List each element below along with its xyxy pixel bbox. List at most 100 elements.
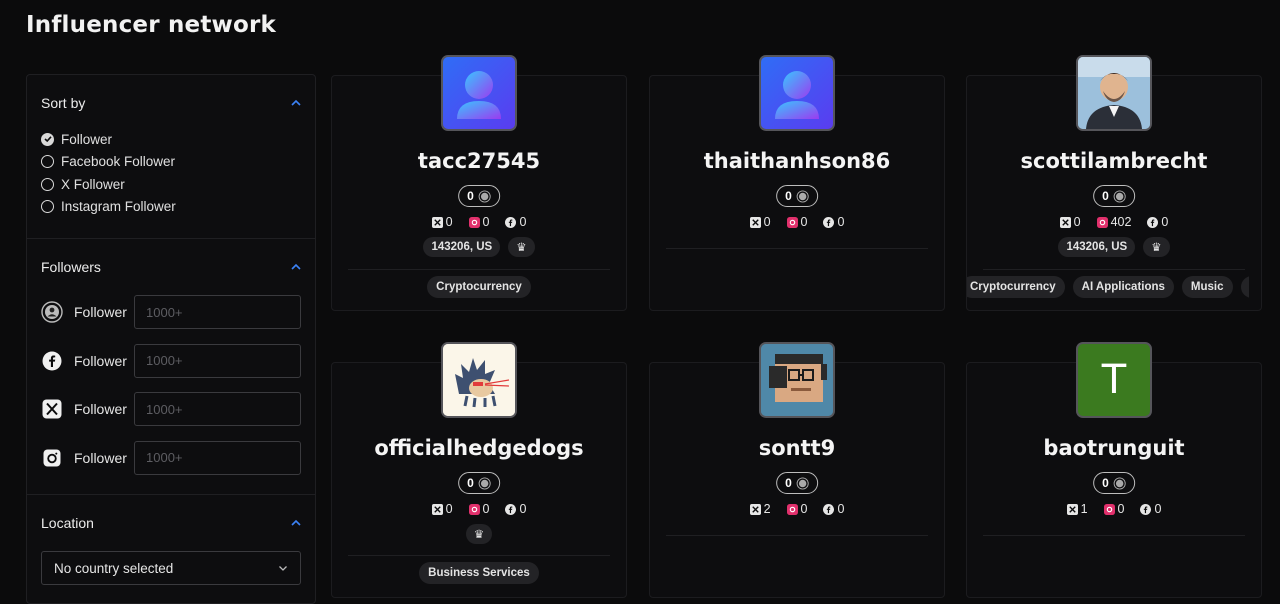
sort-option-label: Follower [61, 131, 113, 147]
username: sontt9 [758, 436, 836, 460]
category-tag[interactable]: Music [1181, 276, 1233, 298]
card-meta: 143206, US ♛ [332, 237, 626, 257]
location-title: Location [41, 515, 94, 531]
instagram-stat: 0 [468, 502, 489, 516]
influencer-card[interactable]: T baotrunguit 0 1 0 0 [966, 342, 1262, 598]
sort-header[interactable]: Sort by [41, 75, 301, 131]
instagram-count: 0 [1117, 502, 1125, 516]
category-tag[interactable]: AI Applications [1072, 276, 1174, 298]
avatar-letter: T [1101, 357, 1127, 403]
country-select-value: No country selected [54, 560, 174, 576]
score-badge: 0 [458, 472, 500, 494]
influencer-card[interactable]: sontt9 0 2 0 0 [649, 342, 945, 598]
facebook-count: 0 [519, 215, 527, 229]
category-tags: Cryptocurrency [332, 276, 626, 298]
social-stats: 2 0 0 [650, 502, 944, 516]
facebook-icon [1147, 216, 1159, 228]
facebook-stat: 0 [505, 502, 526, 516]
x-count: 0 [445, 502, 453, 516]
radio-icon[interactable] [41, 200, 54, 214]
instagram-stat: 0 [468, 215, 490, 229]
sort-option-x-follower[interactable]: X Follower [41, 173, 301, 196]
country-select[interactable]: No country selected [41, 551, 301, 585]
radio-checked-icon[interactable] [41, 132, 54, 146]
facebook-count: 0 [1161, 215, 1169, 229]
divider [348, 555, 610, 556]
category-tag[interactable]: Cryptocurrency [967, 276, 1065, 298]
x-icon [41, 398, 63, 420]
filter-label: Follower [74, 401, 127, 418]
instagram-icon [1103, 503, 1115, 515]
sort-title: Sort by [41, 95, 86, 111]
sort-option-instagram-follower[interactable]: Instagram Follower [41, 196, 301, 219]
location-section: Location No country selected [27, 495, 315, 585]
x-stat: 0 [749, 215, 771, 229]
x-count: 0 [445, 215, 453, 229]
divider [666, 535, 928, 536]
chevron-up-icon[interactable] [291, 98, 301, 108]
platform-icon [1113, 476, 1126, 490]
score-value: 0 [1102, 189, 1109, 203]
username: thaithanhson86 [703, 149, 891, 173]
sort-option-follower[interactable]: Follower [41, 128, 301, 151]
platform-icon [478, 189, 491, 203]
follower-input[interactable] [134, 295, 301, 330]
category-tag[interactable]: Business Services [419, 562, 539, 584]
followers-section: Followers Follower Follower [27, 239, 315, 495]
category-tag[interactable]: Cryptocurrency [427, 276, 531, 298]
instagram-count: 402 [1110, 215, 1132, 229]
facebook-icon [505, 216, 517, 228]
location-header[interactable]: Location [41, 495, 301, 551]
facebook-follower-input[interactable] [134, 343, 301, 378]
x-stat: 1 [1066, 502, 1088, 516]
social-stats: 0 402 0 [967, 215, 1261, 229]
x-icon [1059, 216, 1071, 228]
instagram-count: 0 [482, 215, 490, 229]
influencer-card[interactable]: officialhedgedogs 0 0 0 0 ♛ Business Ser… [331, 342, 627, 598]
card-meta: ♛ [332, 524, 626, 544]
x-icon [749, 503, 761, 515]
x-count: 0 [763, 215, 771, 229]
avatar [1076, 55, 1152, 131]
platform-icon [478, 476, 491, 490]
radio-icon[interactable] [41, 177, 54, 191]
platform-icon [796, 476, 809, 490]
instagram-stat: 0 [1103, 502, 1125, 516]
instagram-follower-input[interactable] [134, 440, 301, 475]
filter-label: Follower [74, 449, 127, 466]
instagram-count: 0 [800, 502, 808, 516]
facebook-stat: 0 [505, 215, 526, 229]
username: tacc27545 [417, 149, 541, 173]
score-badge: 0 [776, 472, 818, 494]
username: officialhedgedogs [374, 436, 584, 460]
facebook-icon [823, 503, 835, 515]
instagram-stat: 0 [786, 215, 807, 229]
sort-section: Sort by Follower Facebook Follower X Fol… [27, 75, 315, 239]
instagram-stat: 402 [1096, 215, 1132, 229]
instagram-icon [41, 447, 63, 469]
followers-header[interactable]: Followers [41, 239, 301, 295]
platform-icon [796, 189, 809, 203]
filter-row-instagram: Follower [41, 434, 301, 483]
chevron-up-icon[interactable] [291, 518, 301, 528]
x-follower-input[interactable] [134, 392, 301, 427]
facebook-stat: 0 [1147, 215, 1168, 229]
x-icon [431, 216, 443, 228]
influencer-card[interactable]: thaithanhson86 0 0 0 0 [649, 55, 945, 311]
filter-label: Follower [74, 304, 127, 321]
category-tags: Cryptocurrency AI Applications Music +5 [967, 276, 1249, 298]
more-tags-chip[interactable]: +5 [1240, 276, 1249, 298]
radio-icon[interactable] [41, 155, 54, 169]
sort-option-facebook-follower[interactable]: Facebook Follower [41, 151, 301, 174]
x-icon [749, 216, 761, 228]
facebook-count: 0 [837, 215, 845, 229]
avatar [759, 55, 835, 131]
influencer-card[interactable]: scottilambrecht 0 0 402 0 143206, US ♛ C… [966, 55, 1262, 311]
chevron-down-icon [279, 566, 287, 571]
filter-sidebar: Sort by Follower Facebook Follower X Fol… [26, 74, 316, 604]
avatar [759, 342, 835, 418]
x-stat: 0 [1059, 215, 1081, 229]
chevron-up-icon[interactable] [291, 262, 301, 272]
divider [983, 535, 1245, 536]
influencer-card[interactable]: tacc27545 0 0 0 0 143206, US ♛ Cryptocur… [331, 55, 627, 311]
